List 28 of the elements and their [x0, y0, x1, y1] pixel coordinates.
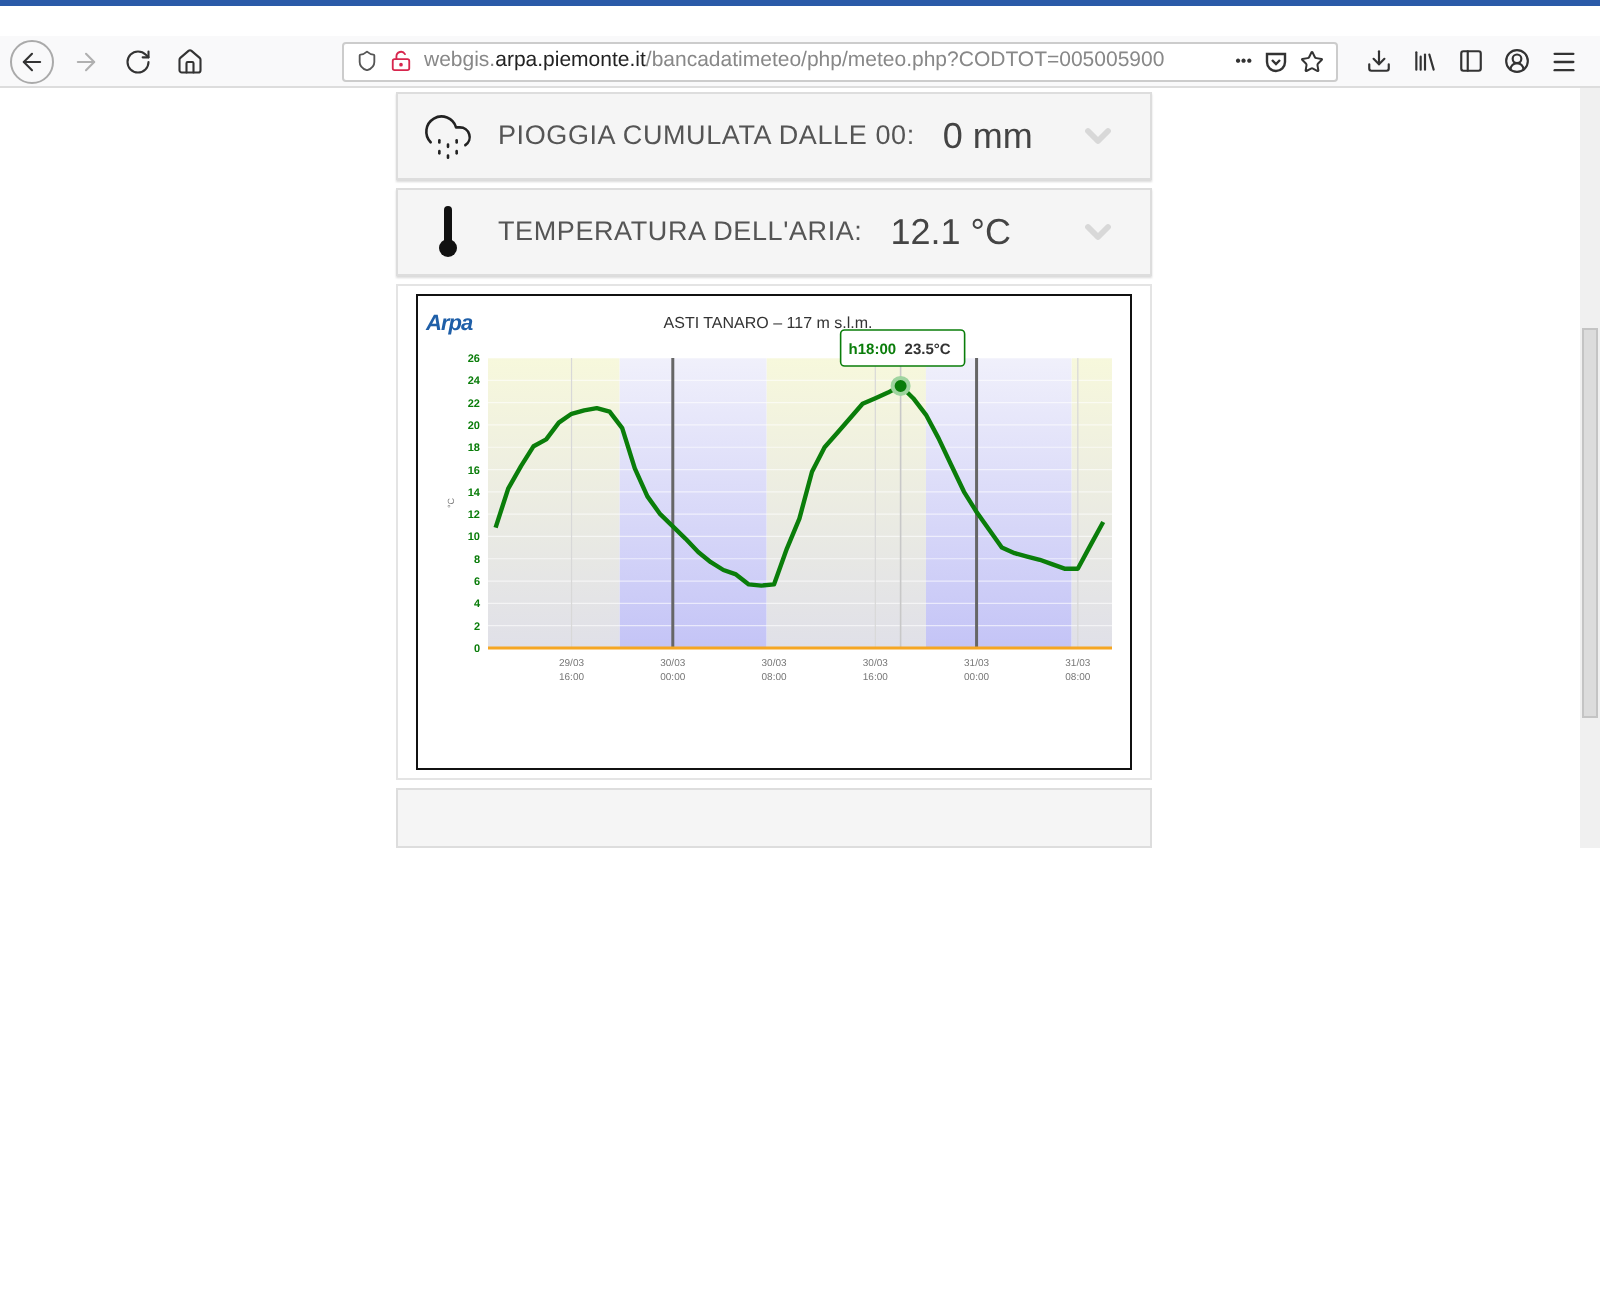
- panel-label: PIOGGIA CUMULATA DALLE 00:: [498, 117, 915, 154]
- account-icon[interactable]: [1504, 48, 1530, 74]
- data-point[interactable]: [890, 375, 911, 396]
- shield-icon[interactable]: [356, 50, 378, 72]
- url-text: webgis.arpa.piemonte.it/bancadatimeteo/php/meteo.php?CODTOT=005005900: [424, 45, 1165, 76]
- back-button[interactable]: [10, 39, 54, 83]
- download-icon[interactable]: [1366, 48, 1392, 74]
- accordion-header[interactable]: TEMPERATURA DELL'ARIA: 12.1 °C: [396, 188, 1152, 276]
- insecure-lock-icon[interactable]: [390, 50, 412, 72]
- scrollbar[interactable]: [1580, 88, 1600, 848]
- rain-cloud-icon: [422, 110, 474, 162]
- library-icon[interactable]: [1412, 48, 1438, 74]
- chart-title: ASTI TANARO – 117 m s.l.m.: [663, 314, 873, 332]
- accordion-header[interactable]: PIOGGIA CUMULATA DALLE 00: 0 mm: [396, 92, 1152, 180]
- panel-value: 12.1 °C: [890, 209, 1011, 255]
- more-actions-button[interactable]: •••: [1235, 49, 1252, 73]
- chart-tooltip: [839, 329, 966, 367]
- pocket-icon[interactable]: [1264, 49, 1288, 73]
- scrollbar-thumb[interactable]: [1582, 328, 1598, 718]
- star-icon[interactable]: [1300, 49, 1324, 73]
- panel-value: 0 mm: [942, 113, 1033, 159]
- thermometer-icon: [438, 206, 458, 258]
- panel-label: TEMPERATURA DELL'ARIA:: [498, 213, 863, 250]
- address-bar[interactable]: webgis.arpa.piemonte.it/bancadatimeteo/php/meteo.php?CODTOT=005005900 •••: [342, 41, 1338, 81]
- arpa-logo: Arpa: [426, 310, 473, 340]
- back-icon[interactable]: [18, 47, 46, 75]
- menu-icon[interactable]: [1550, 47, 1578, 75]
- sidebar-icon[interactable]: [1458, 48, 1484, 74]
